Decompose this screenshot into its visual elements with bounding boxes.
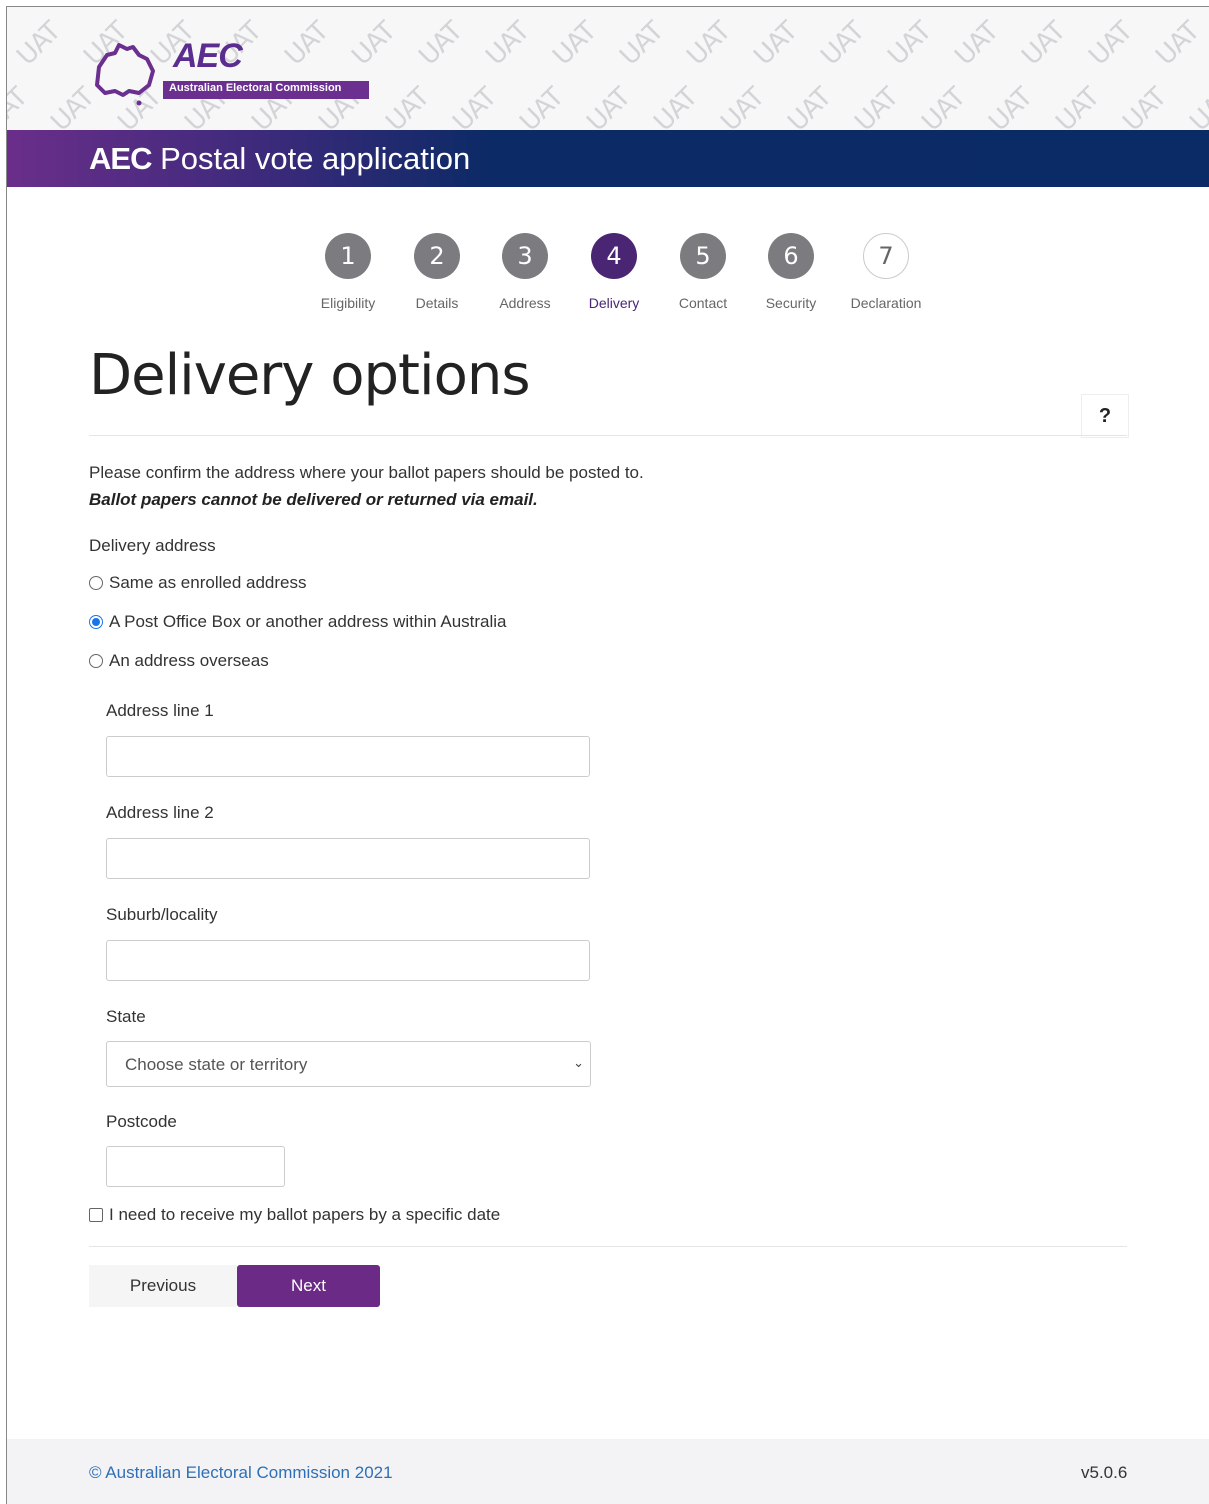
radio-po-box-australia[interactable]: A Post Office Box or another address wit… [89,612,507,632]
watermark-text: UAT [849,82,905,130]
step-label: Declaration [850,295,922,311]
watermark-text: UAT [983,82,1039,130]
radio-overseas[interactable]: An address overseas [89,651,269,671]
chevron-down-icon: ⌄ [573,1055,584,1070]
app-title: AEC Postal vote application [89,141,470,177]
step-label: Contact [678,295,728,311]
watermark-band: UAT UAT UAT UAT UAT UAT UAT UAT UAT UAT UAT UAT UAT U… [7,7,1209,130]
watermark-text: UAT [7,82,34,130]
step-number: 4 [591,233,637,279]
watermark-text: UAT [748,16,804,72]
app-title-rest: Postal vote application [151,141,471,176]
state-select-value: Choose state or territory [125,1055,308,1074]
logo-text: AEC [173,37,243,75]
step-label: Delivery [588,295,640,311]
address-line-2-input[interactable] [106,838,590,879]
state-label: State [106,1007,146,1026]
step-label: Security [765,295,817,311]
step-label: Address [499,295,551,311]
step-label: Eligibility [320,295,376,311]
australia-map-icon [95,43,155,106]
step-number: 2 [414,233,460,279]
step-delivery[interactable]: 4 Delivery [569,233,659,311]
watermark-text: UAT [1150,16,1206,72]
step-number: 5 [680,233,726,279]
watermark-text: UAT [1184,82,1209,130]
divider [89,1246,1127,1247]
watermark-text: UAT [882,16,938,72]
radio-label: An address overseas [109,651,269,670]
next-button[interactable]: Next [237,1265,380,1307]
app-title-bold: AEC [89,141,152,176]
step-number: 3 [502,233,548,279]
copyright-link[interactable]: © Australian Electoral Commission 2021 [89,1463,393,1483]
intro-text: Please confirm the address where your ba… [89,463,644,482]
step-details[interactable]: 2 Details [392,233,482,311]
page-title: Delivery options [89,343,531,408]
watermark-text: UAT [514,82,570,130]
watermark-text: UAT [11,16,67,72]
radio-circle[interactable] [89,576,103,590]
watermark-text: UAT [380,82,436,130]
intro-warning: Ballot papers cannot be delivered or ret… [89,490,538,509]
divider [89,435,1127,436]
watermark-text: UAT [916,82,972,130]
radio-label: Same as enrolled address [109,573,307,592]
radio-same-as-enrolled[interactable]: Same as enrolled address [89,573,307,593]
app-frame: UAT UAT UAT UAT UAT UAT UAT UAT UAT UAT UAT UAT UAT U… [6,6,1209,1504]
delivery-address-label: Delivery address [89,536,216,555]
watermark-text: UAT [1117,82,1173,130]
specific-date-checkbox[interactable]: I need to receive my ballot papers by a … [89,1205,500,1225]
step-contact[interactable]: 5 Contact [658,233,748,311]
logo-subtitle: Australian Electoral Commission [169,82,342,94]
aec-logo: AEC Australian Electoral Commission [89,37,379,111]
watermark-text: UAT [949,16,1005,72]
postcode-label: Postcode [106,1112,177,1131]
checkbox-box[interactable] [89,1208,103,1222]
watermark-text: UAT [1083,16,1139,72]
address-line-1-label: Address line 1 [106,701,214,720]
watermark-text: UAT [547,16,603,72]
step-number: 7 [863,233,909,279]
watermark-text: UAT [1050,82,1106,130]
radio-circle[interactable] [89,615,103,629]
watermark-text: UAT [715,82,771,130]
title-bar: AEC Postal vote application [7,130,1209,187]
address-line-2-label: Address line 2 [106,803,214,822]
watermark-text: UAT [681,16,737,72]
watermark-text: UAT [1016,16,1072,72]
watermark-text: UAT [447,82,503,130]
watermark-text: UAT [480,16,536,72]
postcode-input[interactable] [106,1146,285,1187]
step-eligibility[interactable]: 1 Eligibility [303,233,393,311]
step-security[interactable]: 6 Security [746,233,836,311]
version-label: v5.0.6 [1081,1463,1128,1482]
radio-circle[interactable] [89,654,103,668]
watermark-text: UAT [614,16,670,72]
checkbox-label: I need to receive my ballot papers by a … [109,1205,501,1224]
step-declaration[interactable]: 7 Declaration [841,233,931,311]
suburb-label: Suburb/locality [106,905,218,924]
step-number: 6 [768,233,814,279]
suburb-input[interactable] [106,940,590,981]
radio-label: A Post Office Box or another address wit… [109,612,507,631]
watermark-text: UAT [648,82,704,130]
watermark-text: UAT [815,16,871,72]
step-label: Details [415,295,459,311]
watermark-text: UAT [782,82,838,130]
step-address[interactable]: 3 Address [480,233,570,311]
address-line-1-input[interactable] [106,736,590,777]
watermark-text: UAT [413,16,469,72]
footer: © Australian Electoral Commission 2021 v… [7,1439,1209,1504]
step-number: 1 [325,233,371,279]
state-select[interactable]: Choose state or territory ⌄ [106,1041,591,1087]
previous-button[interactable]: Previous [89,1265,237,1307]
help-button[interactable]: ? [1081,394,1129,438]
watermark-text: UAT [581,82,637,130]
